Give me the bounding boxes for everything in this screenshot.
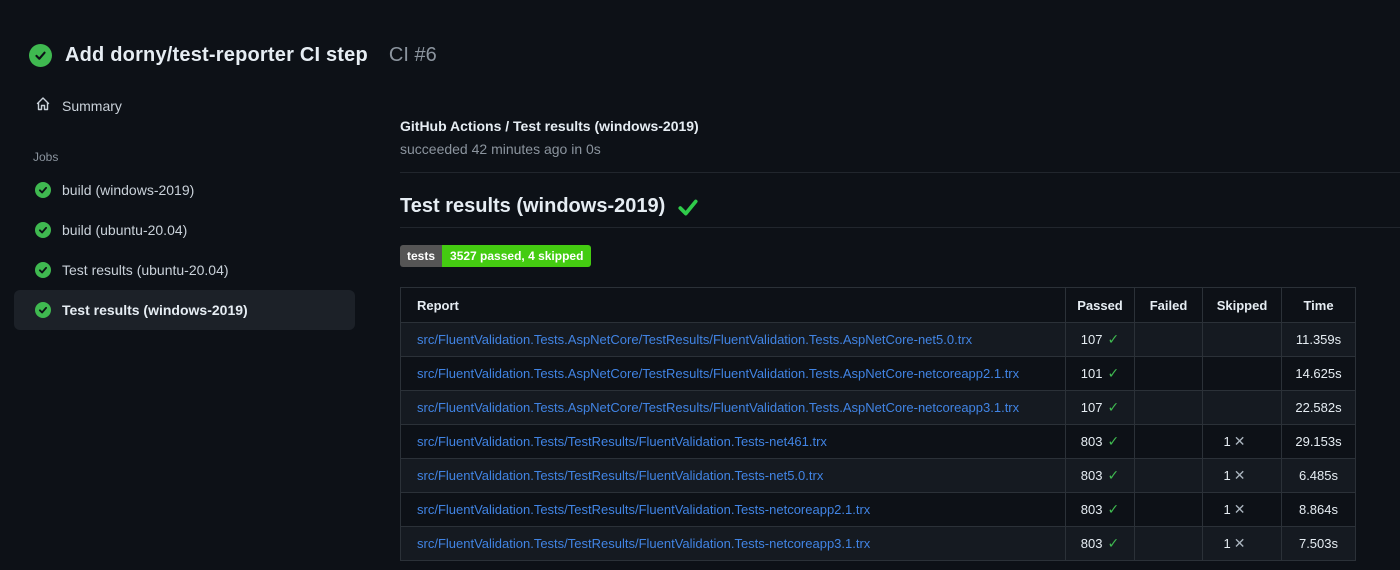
column-header-failed: Failed bbox=[1134, 287, 1203, 323]
success-check-circle-icon bbox=[35, 262, 51, 278]
home-icon bbox=[35, 96, 51, 115]
table-row: src/FluentValidation.Tests.AspNetCore/Te… bbox=[400, 322, 1356, 357]
run-number: CI #6 bbox=[388, 43, 437, 66]
check-run-content: GitHub Actions / Test results (windows-2… bbox=[390, 80, 1400, 561]
sidebar-job-build-ubuntu-20-04[interactable]: build (ubuntu-20.04) bbox=[14, 210, 355, 250]
report-link[interactable]: src/FluentValidation.Tests/TestResults/F… bbox=[417, 468, 823, 483]
time-value: 14.625s bbox=[1281, 356, 1356, 391]
skipped-count bbox=[1202, 390, 1282, 425]
sidebar-job-test-results-ubuntu-20-04[interactable]: Test results (ubuntu-20.04) bbox=[14, 250, 355, 290]
table-row: src/FluentValidation.Tests/TestResults/F… bbox=[400, 458, 1356, 493]
success-check-circle-icon bbox=[29, 43, 52, 67]
column-header-time: Time bbox=[1281, 287, 1356, 323]
check-icon: ✓ bbox=[1107, 331, 1120, 347]
check-run-title: GitHub Actions / Test results (windows-2… bbox=[400, 118, 699, 134]
report-link[interactable]: src/FluentValidation.Tests/TestResults/F… bbox=[417, 434, 827, 449]
table-row: src/FluentValidation.Tests.AspNetCore/Te… bbox=[400, 390, 1356, 425]
passed-count: 107 bbox=[1080, 400, 1103, 415]
job-label: Test results (ubuntu-20.04) bbox=[62, 262, 229, 278]
passed-count: 803 bbox=[1080, 536, 1103, 551]
time-value: 29.153s bbox=[1281, 424, 1356, 459]
skipped-count: 1 ✕ bbox=[1202, 458, 1282, 493]
job-label: build (windows-2019) bbox=[62, 182, 195, 198]
time-value: 7.503s bbox=[1281, 526, 1356, 561]
check-icon: ✓ bbox=[1107, 365, 1120, 381]
cross-icon: ✕ bbox=[1233, 535, 1246, 551]
success-check-circle-icon bbox=[35, 302, 51, 318]
time-value: 11.359s bbox=[1281, 322, 1356, 357]
success-check-icon bbox=[677, 196, 699, 218]
sidebar-item-summary[interactable]: Summary bbox=[0, 88, 390, 123]
table-row: src/FluentValidation.Tests/TestResults/F… bbox=[400, 526, 1356, 561]
time-value: 8.864s bbox=[1281, 492, 1356, 527]
passed-count: 107 bbox=[1080, 332, 1103, 347]
divider bbox=[400, 172, 1400, 173]
section-title-text: Test results (windows-2019) bbox=[400, 195, 666, 217]
job-label: Test results (windows-2019) bbox=[62, 302, 248, 318]
time-value: 6.485s bbox=[1281, 458, 1356, 493]
run-title: Add dorny/test-reporter CI step bbox=[65, 43, 368, 66]
tests-badge[interactable]: tests 3527 passed, 4 skipped bbox=[400, 245, 592, 267]
table-row: src/FluentValidation.Tests/TestResults/F… bbox=[400, 424, 1356, 459]
run-sidebar: Summary Jobs build (windows-2019) build … bbox=[0, 80, 390, 330]
cross-icon: ✕ bbox=[1233, 433, 1246, 449]
badge-label: tests bbox=[400, 245, 443, 267]
jobs-section-label: Jobs bbox=[33, 150, 59, 164]
skipped-count: 1 ✕ bbox=[1202, 492, 1282, 527]
cross-icon: ✕ bbox=[1233, 467, 1246, 483]
check-icon: ✓ bbox=[1107, 535, 1120, 551]
job-label: build (ubuntu-20.04) bbox=[62, 222, 188, 238]
report-link[interactable]: src/FluentValidation.Tests/TestResults/F… bbox=[417, 536, 870, 551]
passed-count: 101 bbox=[1080, 366, 1103, 381]
sidebar-job-test-results-windows-2019[interactable]: Test results (windows-2019) bbox=[14, 290, 355, 330]
table-row: src/FluentValidation.Tests/TestResults/F… bbox=[400, 492, 1356, 527]
failed-count bbox=[1134, 424, 1203, 459]
skipped-count bbox=[1202, 356, 1282, 391]
column-header-skipped: Skipped bbox=[1202, 287, 1282, 323]
table-header-row: Report Passed Failed Skipped Time bbox=[400, 287, 1356, 323]
check-icon: ✓ bbox=[1107, 467, 1120, 483]
cross-icon: ✕ bbox=[1233, 501, 1246, 517]
passed-count: 803 bbox=[1080, 434, 1103, 449]
section-title-row: Test results (windows-2019) bbox=[400, 195, 1400, 228]
success-check-circle-icon bbox=[35, 182, 51, 198]
check-icon: ✓ bbox=[1107, 501, 1120, 517]
failed-count bbox=[1134, 356, 1203, 391]
failed-count bbox=[1134, 492, 1203, 527]
failed-count bbox=[1134, 390, 1203, 425]
report-link[interactable]: src/FluentValidation.Tests.AspNetCore/Te… bbox=[417, 400, 1019, 415]
passed-count: 803 bbox=[1080, 502, 1103, 517]
sidebar-job-build-windows-2019[interactable]: build (windows-2019) bbox=[14, 170, 355, 210]
summary-label: Summary bbox=[62, 97, 122, 114]
report-link[interactable]: src/FluentValidation.Tests.AspNetCore/Te… bbox=[417, 332, 972, 347]
check-run-status: succeeded 42 minutes ago in 0s bbox=[400, 141, 601, 157]
failed-count bbox=[1134, 458, 1203, 493]
check-icon: ✓ bbox=[1107, 399, 1120, 415]
column-header-passed: Passed bbox=[1065, 287, 1135, 323]
column-header-report: Report bbox=[400, 287, 1066, 323]
passed-count: 803 bbox=[1080, 468, 1103, 483]
report-link[interactable]: src/FluentValidation.Tests/TestResults/F… bbox=[417, 502, 870, 517]
failed-count bbox=[1134, 526, 1203, 561]
success-check-circle-icon bbox=[35, 222, 51, 238]
skipped-count: 1 ✕ bbox=[1202, 424, 1282, 459]
skipped-count bbox=[1202, 322, 1282, 357]
time-value: 22.582s bbox=[1281, 390, 1356, 425]
table-row: src/FluentValidation.Tests.AspNetCore/Te… bbox=[400, 356, 1356, 391]
skipped-count: 1 ✕ bbox=[1202, 526, 1282, 561]
check-icon: ✓ bbox=[1107, 433, 1120, 449]
test-results-table: Report Passed Failed Skipped Time src/Fl… bbox=[400, 287, 1356, 561]
report-link[interactable]: src/FluentValidation.Tests.AspNetCore/Te… bbox=[417, 366, 1019, 381]
failed-count bbox=[1134, 322, 1203, 357]
workflow-run-header: Add dorny/test-reporter CI step CI #6 bbox=[0, 0, 1400, 80]
badge-value: 3527 passed, 4 skipped bbox=[442, 245, 592, 267]
